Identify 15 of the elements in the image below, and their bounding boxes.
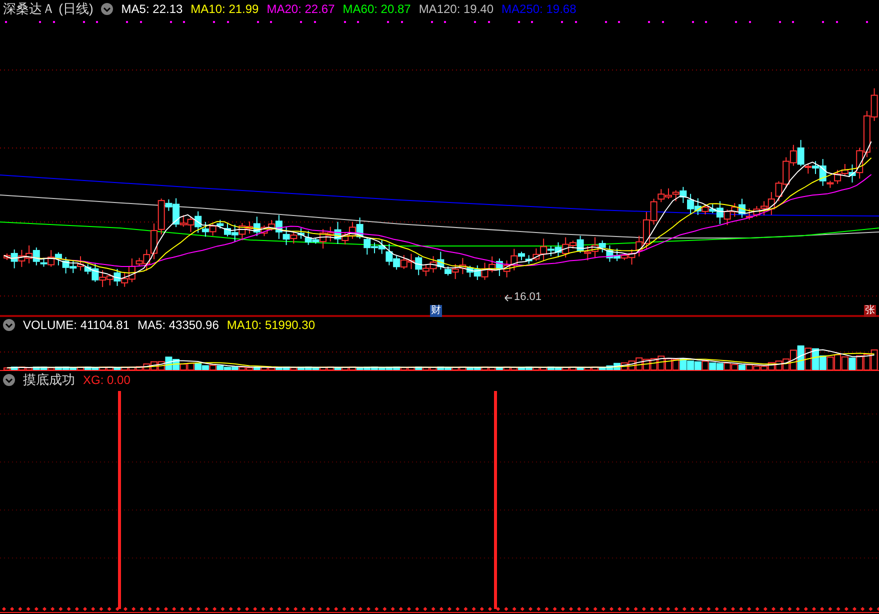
- moving-average-legend: MA5: 22.13: [121, 2, 183, 16]
- volume-legend: MA5: 43350.96: [138, 318, 219, 332]
- indicator-value: XG: 0.00: [83, 372, 130, 386]
- indicator-name: 摸底成功: [23, 370, 75, 388]
- stock-title: 深桑达Ａ (日线): [3, 0, 94, 18]
- limit-marker[interactable]: 张: [864, 305, 876, 317]
- moving-average-legend: MA60: 20.87: [342, 2, 411, 16]
- finance-marker[interactable]: 财: [430, 305, 442, 317]
- volume-legend: MA10: 51990.30: [226, 318, 315, 332]
- low-price-label: 16.01: [514, 291, 542, 303]
- moving-average-legend: MA10: 21.99: [190, 2, 259, 16]
- moving-average-legend: MA120: 19.40: [418, 2, 494, 16]
- moving-average-legend: MA250: 19.68: [502, 2, 576, 16]
- volume-legend: VOLUME: 41104.81: [23, 318, 130, 332]
- moving-average-legend: MA20: 22.67: [266, 2, 335, 16]
